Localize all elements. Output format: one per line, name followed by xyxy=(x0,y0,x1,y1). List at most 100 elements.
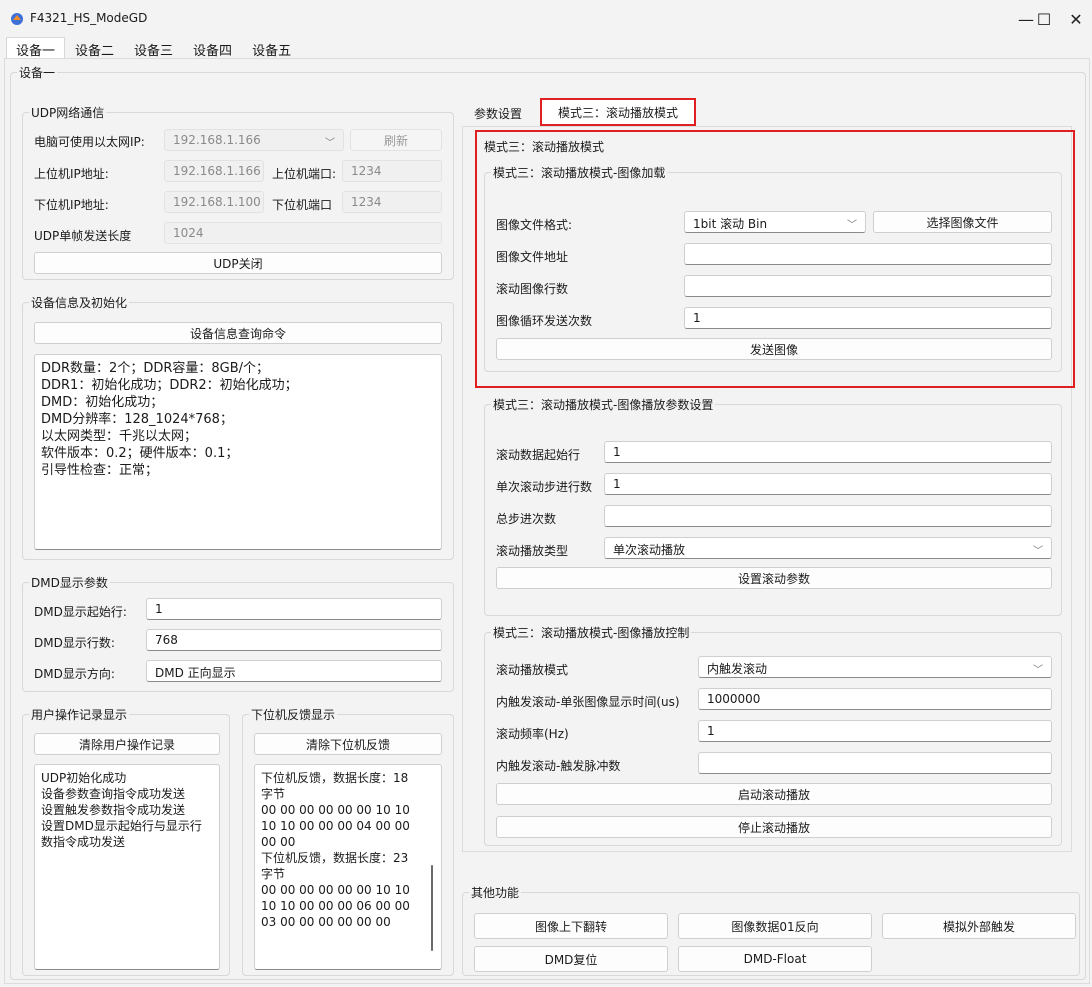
title-bar: F4321_HS_ModeGD — ☐ ✕ xyxy=(0,0,1092,36)
feedback-line: 10 10 00 00 00 06 00 00 xyxy=(261,899,410,913)
window-title: F4321_HS_ModeGD xyxy=(30,11,148,25)
frame-length-field[interactable]: 1024 xyxy=(164,222,442,244)
dmd-direction-label: DMD显示方向: xyxy=(34,667,115,681)
info-line: 以太网类型：千兆以太网； xyxy=(41,429,198,444)
device-info-title: 设备信息及初始化 xyxy=(29,294,130,311)
clear-feedback-button[interactable]: 清除下位机反馈 xyxy=(254,733,442,755)
chevron-down-icon: ﹀ xyxy=(1033,546,1043,557)
total-steps-label: 总步进次数 xyxy=(496,512,557,526)
playback-params-title: 模式三：滚动播放模式-图像播放参数设置 xyxy=(491,396,716,413)
host-port-field[interactable]: 1234 xyxy=(342,160,442,182)
tab-param-settings[interactable]: 参数设置 xyxy=(474,105,522,122)
feedback-line: 字节 xyxy=(261,787,286,801)
tab-device-2[interactable]: 设备二 xyxy=(65,37,124,59)
display-time-field[interactable]: 1000000 xyxy=(698,688,1052,710)
info-line: 软件版本：0.2；硬件版本：0.1； xyxy=(41,446,239,461)
chevron-down-icon: ﹀ xyxy=(1033,665,1043,676)
scroll-type-label: 滚动播放类型 xyxy=(496,544,569,558)
dmd-direction-select[interactable]: DMD 正向显示 xyxy=(146,660,442,682)
device-info-textbox[interactable]: DDR数量：2个；DDR容量：8GB/个； DDR1：初始化成功；DDR2：初始… xyxy=(34,354,442,550)
udp-close-button[interactable]: UDP关闭 xyxy=(34,252,442,274)
info-line: DDR数量：2个；DDR容量：8GB/个； xyxy=(41,361,270,376)
tab-device-3[interactable]: 设备三 xyxy=(124,37,183,59)
start-scroll-button[interactable]: 启动滚动播放 xyxy=(496,783,1052,805)
scroll-freq-label: 滚动频率(Hz) xyxy=(496,727,569,741)
frame-length-label: UDP单帧发送长度 xyxy=(34,229,132,243)
dmd-reset-button[interactable]: DMD复位 xyxy=(474,946,668,972)
start-row-label: 滚动数据起始行 xyxy=(496,448,581,462)
dmd-rows-field[interactable]: 768 xyxy=(146,629,442,651)
display-time-label: 内触发滚动-单张图像显示时间(us) xyxy=(496,695,680,709)
clear-user-log-button[interactable]: 清除用户操作记录 xyxy=(34,733,220,755)
feedback-line: 00 00 xyxy=(261,835,296,849)
highlight-box xyxy=(475,130,1075,388)
scroll-mode-value: 内触发滚动 xyxy=(707,662,768,676)
refresh-button[interactable]: 刷新 xyxy=(350,129,442,151)
invert-data-button[interactable]: 图像数据01反向 xyxy=(678,913,872,939)
pulse-count-field[interactable] xyxy=(698,752,1052,774)
info-line: DMD分辨率：128_1024*768； xyxy=(41,412,233,427)
udp-group-title: UDP网络通信 xyxy=(29,104,107,121)
device-ip-label: 下位机IP地址: xyxy=(34,198,109,212)
log-line: 数指令成功发送 xyxy=(41,835,126,849)
playback-control-title: 模式三：滚动播放模式-图像播放控制 xyxy=(491,624,692,641)
host-ip-label: 上位机IP地址: xyxy=(34,167,109,181)
dmd-start-field[interactable]: 1 xyxy=(146,598,442,620)
tab-mode3[interactable]: 模式三：滚动播放模式 xyxy=(540,98,696,126)
scroll-mode-label: 滚动播放模式 xyxy=(496,663,569,677)
info-line: DMD：初始化成功； xyxy=(41,395,164,410)
feedback-textbox[interactable]: 下位机反馈，数据长度：18 字节 00 00 00 00 00 00 10 10… xyxy=(254,764,442,970)
device-group-title: 设备一 xyxy=(17,64,58,81)
log-line: 设备参数查询指令成功发送 xyxy=(41,787,186,801)
step-rows-field[interactable]: 1 xyxy=(604,473,1052,495)
device-ip-field[interactable]: 192.168.1.100 xyxy=(164,191,264,213)
close-button[interactable]: ✕ xyxy=(1060,6,1092,32)
dmd-params-title: DMD显示参数 xyxy=(29,574,110,591)
feedback-line: 10 10 00 00 00 04 00 00 xyxy=(261,819,410,833)
simulate-trigger-button[interactable]: 模拟外部触发 xyxy=(882,913,1076,939)
user-log-textbox[interactable]: UDP初始化成功 设备参数查询指令成功发送 设置触发参数指令成功发送 设置DMD… xyxy=(34,764,220,970)
chevron-down-icon: ﹀ xyxy=(325,138,335,149)
local-ip-select[interactable]: 192.168.1.166 ﹀ xyxy=(164,129,344,151)
host-port-label: 上位机端口: xyxy=(272,167,337,181)
maximize-button[interactable]: ☐ xyxy=(1024,6,1064,32)
feedback-line: 下位机反馈，数据长度：23 xyxy=(261,851,409,865)
app-icon xyxy=(11,13,23,25)
user-log-title: 用户操作记录显示 xyxy=(29,706,130,723)
start-row-field[interactable]: 1 xyxy=(604,441,1052,463)
dmd-start-label: DMD显示起始行: xyxy=(34,605,127,619)
log-line: UDP初始化成功 xyxy=(41,771,127,785)
feedback-line: 字节 xyxy=(261,867,286,881)
device-port-label: 下位机端口 xyxy=(272,198,333,212)
total-steps-field[interactable] xyxy=(604,505,1052,527)
log-line: 设置DMD显示起始行与显示行 xyxy=(41,819,202,833)
device-port-field[interactable]: 1234 xyxy=(342,191,442,213)
local-ip-label: 电脑可使用以太网IP: xyxy=(34,135,145,149)
device-query-button[interactable]: 设备信息查询命令 xyxy=(34,322,442,344)
tab-device-4[interactable]: 设备四 xyxy=(183,37,242,59)
info-line: 引导性检查：正常； xyxy=(41,463,159,478)
scroll-mode-select[interactable]: 内触发滚动 ﹀ xyxy=(698,656,1052,678)
info-line: DDR1：初始化成功；DDR2：初始化成功； xyxy=(41,378,298,393)
set-scroll-params-button[interactable]: 设置滚动参数 xyxy=(496,567,1052,589)
step-rows-label: 单次滚动步进行数 xyxy=(496,480,593,494)
dmd-float-button[interactable]: DMD-Float xyxy=(678,946,872,972)
tab-device-1[interactable]: 设备一 xyxy=(6,37,66,59)
feedback-title: 下位机反馈显示 xyxy=(249,706,338,723)
device-tabs: 设备一 设备二 设备三 设备四 设备五 xyxy=(6,37,301,59)
local-ip-value: 192.168.1.166 xyxy=(173,133,261,147)
stop-scroll-button[interactable]: 停止滚动播放 xyxy=(496,816,1052,838)
other-functions-title: 其他功能 xyxy=(469,884,522,901)
pulse-count-label: 内触发滚动-触发脉冲数 xyxy=(496,759,621,773)
scroll-type-value: 单次滚动播放 xyxy=(613,543,686,557)
feedback-line: 00 00 00 00 00 00 10 10 xyxy=(261,883,410,897)
scroll-type-select[interactable]: 单次滚动播放 ﹀ xyxy=(604,537,1052,559)
scroll-freq-field[interactable]: 1 xyxy=(698,720,1052,742)
flip-image-button[interactable]: 图像上下翻转 xyxy=(474,913,668,939)
feedback-line: 下位机反馈，数据长度：18 xyxy=(261,771,409,785)
host-ip-field[interactable]: 192.168.1.166 xyxy=(164,160,264,182)
tab-device-5[interactable]: 设备五 xyxy=(242,37,301,59)
log-line: 设置触发参数指令成功发送 xyxy=(41,803,186,817)
feedback-scrollbar[interactable] xyxy=(431,865,433,951)
dmd-rows-label: DMD显示行数: xyxy=(34,636,115,650)
